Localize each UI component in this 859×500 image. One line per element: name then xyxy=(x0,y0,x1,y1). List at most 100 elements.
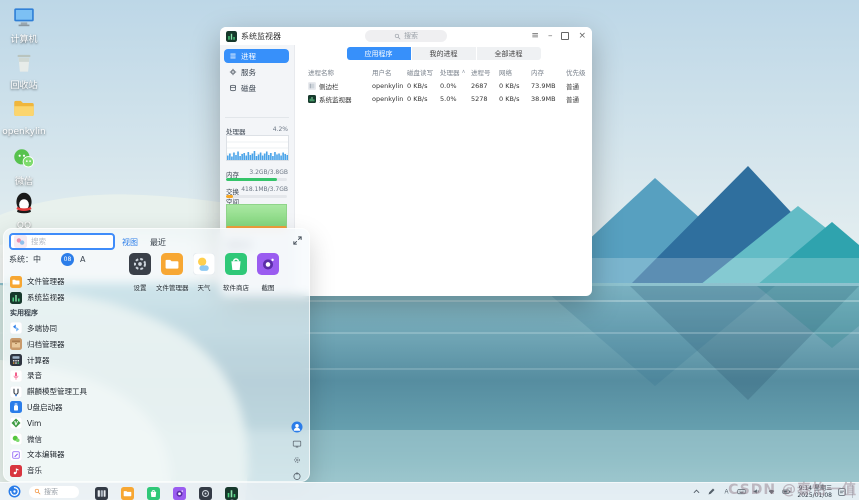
desktop-icon-2[interactable]: 回收站 xyxy=(2,50,46,91)
launcher-app-label: 计算器 xyxy=(27,355,50,366)
process-cell: 普通 xyxy=(566,94,588,104)
chevron-up-icon[interactable] xyxy=(692,487,701,496)
launcher-app-item[interactable]: 麒麟模型管理工具 xyxy=(10,384,122,400)
launcher-section-label: 实用程序 xyxy=(10,306,122,321)
tab-1[interactable]: 应用程序 xyxy=(347,47,411,60)
clock-date: 2025/01/08 xyxy=(797,492,832,499)
sysmon-app-icon xyxy=(308,95,316,103)
launcher-grid-app[interactable]: 文件管理器 xyxy=(156,253,188,292)
launcher-grid-app[interactable]: 设置 xyxy=(124,253,156,292)
maximize-button[interactable] xyxy=(561,32,569,40)
memory-history-graph xyxy=(226,204,287,229)
user-avatar-icon[interactable] xyxy=(291,421,303,433)
launcher-app-item[interactable]: 系统监视器 xyxy=(10,290,122,306)
process-row-2[interactable]: 系统监视器openkylin0 KB/s5.0%52780 KB/s38.9MB… xyxy=(295,92,588,105)
column-header-5[interactable]: 进程号 xyxy=(471,67,499,77)
launcher-app-label: 文本编辑器 xyxy=(27,449,65,460)
column-header-3[interactable]: 磁盘读写 xyxy=(407,67,440,77)
launcher-tab-recent[interactable]: 最近 xyxy=(150,237,166,248)
process-icon xyxy=(229,52,237,60)
input-a-icon[interactable]: A xyxy=(722,487,731,496)
process-cell: 普通 xyxy=(566,81,588,91)
column-header-7[interactable]: 内存 xyxy=(531,67,566,77)
launcher-grid-app[interactable]: 天气 xyxy=(188,253,220,292)
taskbar-screenshot-icon[interactable] xyxy=(173,485,186,498)
taskbar-app-store-icon[interactable] xyxy=(147,485,160,498)
process-cell: 2687 xyxy=(471,82,499,90)
column-header-1[interactable]: 进程名称 xyxy=(308,67,372,77)
desktop-icon-1[interactable]: 计算机 xyxy=(2,4,46,45)
column-header-6[interactable]: 网络 xyxy=(499,67,531,77)
launcher-app-item[interactable]: 音乐 xyxy=(10,463,122,479)
process-cell: 38.9MB xyxy=(531,95,566,103)
taskbar-camera-icon[interactable] xyxy=(199,485,212,498)
column-header-4[interactable]: 处理器∧ xyxy=(440,67,471,77)
start-menu-button[interactable] xyxy=(8,485,21,498)
recycle-bin-icon xyxy=(11,50,37,76)
cpu-history-chart xyxy=(226,135,289,161)
window-main: 应用程序我的进程全部进程 进程名称用户名磁盘读写处理器∧进程号网络内存优先级 侧… xyxy=(295,45,592,296)
launcher-grid-app[interactable]: 软件商店 xyxy=(220,253,252,292)
nav-item-2[interactable]: 服务 xyxy=(224,65,289,79)
collab-icon xyxy=(10,322,22,334)
launcher-app-item[interactable]: U盘启动器 xyxy=(10,400,122,416)
taskbar-search[interactable]: 搜索 xyxy=(29,486,79,498)
process-cell: openkylin xyxy=(372,82,407,90)
battery-icon[interactable] xyxy=(782,487,791,496)
process-row-1[interactable]: 侧边栏openkylin0 KB/s0.0%26870 KB/s73.9MB普通 xyxy=(295,79,588,92)
window-titlebar[interactable]: 系统监视器 搜索 ≡ – × xyxy=(220,27,592,45)
network-icon[interactable] xyxy=(767,487,776,496)
minimize-button[interactable]: – xyxy=(548,32,553,41)
launcher-app-item[interactable]: 文本编辑器 xyxy=(10,447,122,463)
show-desktop-button[interactable] xyxy=(852,485,855,498)
taskbar-file-manager-icon[interactable] xyxy=(121,485,134,498)
window-search-placeholder: 搜索 xyxy=(404,31,418,41)
launcher-app-label: Vim xyxy=(27,419,41,428)
pen-icon[interactable] xyxy=(707,487,716,496)
notification-center-icon[interactable] xyxy=(837,487,847,497)
tab-2[interactable]: 我的进程 xyxy=(412,47,476,60)
launcher-tab-view[interactable]: 视图 xyxy=(122,237,138,248)
taskbar-sysmon-app-icon[interactable] xyxy=(225,485,238,498)
launcher-grid-app[interactable]: 截图 xyxy=(252,253,284,292)
close-button[interactable]: × xyxy=(578,32,586,41)
desktop-icon-4[interactable]: 微信 xyxy=(2,146,46,187)
launcher-app-item[interactable]: 微信 xyxy=(10,431,122,447)
launcher-app-label: 麒麟模型管理工具 xyxy=(27,386,87,397)
nav-item-1[interactable]: 进程 xyxy=(224,49,289,63)
expand-icon[interactable] xyxy=(292,235,303,246)
clock[interactable]: 9:14 星期三 2025/01/08 xyxy=(797,485,832,499)
keyboard-icon[interactable] xyxy=(737,487,746,496)
power-icon[interactable] xyxy=(292,471,302,481)
volume-icon[interactable] xyxy=(752,487,761,496)
launcher-app-label: 录音 xyxy=(27,370,42,381)
window-search-input[interactable]: 搜索 xyxy=(365,30,447,42)
launcher-app-item[interactable]: 录音 xyxy=(10,368,122,384)
launcher-app-label: 系统监视器 xyxy=(27,292,65,303)
display-icon[interactable] xyxy=(292,439,302,449)
launcher-app-label: 音乐 xyxy=(27,465,42,476)
launcher-search-input[interactable]: 搜索 xyxy=(9,233,115,250)
launcher-app-item[interactable]: Vim xyxy=(10,415,122,431)
launcher-app-label: 归档管理器 xyxy=(27,339,65,350)
launcher-app-item[interactable]: 文件管理器 xyxy=(10,274,122,290)
column-header-2[interactable]: 用户名 xyxy=(372,67,407,77)
tab-3[interactable]: 全部进程 xyxy=(477,47,541,60)
app-store-icon xyxy=(225,253,247,275)
ime-mode[interactable]: A xyxy=(80,255,85,264)
gear-icon[interactable] xyxy=(292,455,302,465)
window-menu-button[interactable]: ≡ xyxy=(531,32,539,41)
launcher-app-item[interactable]: 归档管理器 xyxy=(10,336,122,352)
desktop-icon-5[interactable]: QQ xyxy=(2,190,46,231)
launcher-app-item[interactable]: 计算器 xyxy=(10,352,122,368)
nav-item-3[interactable]: 磁盘 xyxy=(224,81,289,95)
disk-icon xyxy=(229,84,237,92)
column-header-8[interactable]: 优先级 xyxy=(566,67,588,77)
desktop-icon-label: 微信 xyxy=(2,177,46,187)
ime-badge[interactable]: 08 xyxy=(61,253,74,266)
search-icon xyxy=(34,488,41,495)
taskbar-task-view-icon[interactable] xyxy=(95,485,108,498)
desktop-icon-3[interactable]: openkylin xyxy=(2,96,46,137)
kylin-model-icon xyxy=(10,386,22,398)
launcher-app-item[interactable]: 多端协同 xyxy=(10,321,122,337)
